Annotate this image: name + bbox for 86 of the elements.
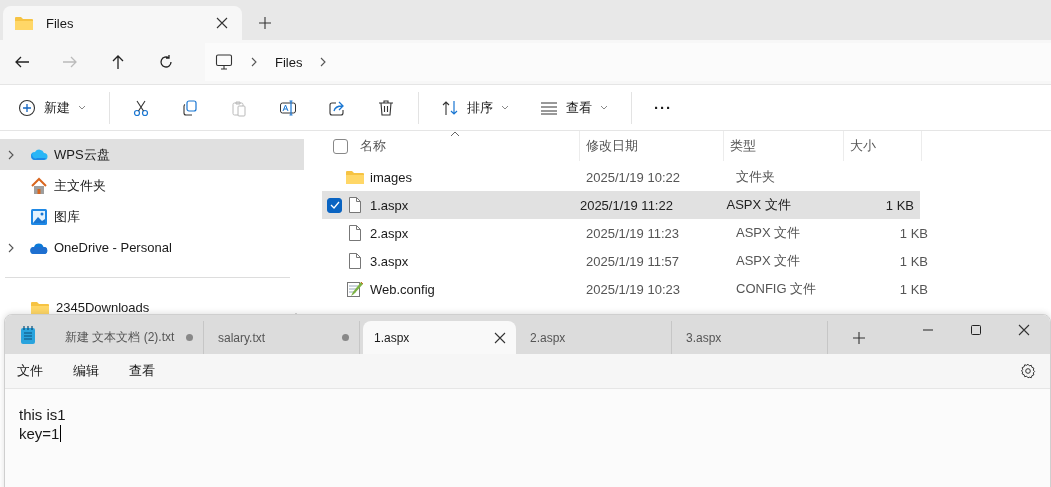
window-tab[interactable]: Files [3,6,242,40]
clipboard-icon [230,98,248,117]
plus-circle-icon [18,98,36,117]
notepad-file-icon [346,280,364,298]
text-editor[interactable]: this is1 key=1 [5,389,1050,487]
unsaved-dot-icon [186,334,193,341]
file-name: Web.config [370,281,435,297]
file-name: 3.aspx [370,253,409,269]
folder-icon [345,169,365,185]
column-header[interactable]: 类型 [724,131,844,161]
sidebar-item[interactable]: 主文件夹 [0,170,304,201]
new-tab-icon[interactable] [853,331,865,344]
folder-icon [14,15,34,31]
image-icon [30,207,48,226]
column-header[interactable]: 名称 [360,137,386,155]
rename-icon [279,98,297,117]
sort-caret-icon [450,131,460,137]
close-tab-icon[interactable] [216,17,228,29]
sidebar-item[interactable]: OneDrive - Personal [0,232,304,263]
maximize-icon[interactable] [970,324,982,336]
table-cell-text: 1 KB [898,281,929,297]
sidebar-item[interactable]: WPS云盘 [0,139,304,170]
table-cell-text: 1 KB [898,225,929,241]
file-icon [348,224,362,242]
notepad-tab[interactable]: 1.aspx [363,321,516,354]
chevron-icon [251,57,257,67]
refresh-icon[interactable] [157,53,175,71]
table-cell-text: ASPX 文件 [735,224,802,242]
file-row[interactable]: 1.aspx 2025/1/19 11:22 ASPX 文件 1 KB [322,191,920,219]
menu-item[interactable]: 文件 [17,362,43,380]
address-bar[interactable]: Files [205,43,1051,81]
table-cell-text: 1 KB [898,253,929,269]
copy-icon [181,98,199,117]
chevron-icon [8,242,14,253]
table-cell-text: 2025/1/19 10:23 [585,281,681,297]
close-window-icon[interactable] [1018,324,1030,336]
table-cell-text: 2025/1/19 11:57 [585,253,680,269]
table-cell-text: CONFIG 文件 [735,280,818,298]
sidebar-item[interactable]: 图库 [0,201,304,232]
row-checkbox[interactable] [327,197,342,213]
view-button[interactable]: 查看 [532,91,616,124]
file-icon [348,252,362,270]
file-name: 1.aspx [370,197,409,213]
house-icon [30,176,48,195]
column-header[interactable]: 大小 [844,131,922,161]
caret-icon [501,105,509,110]
file-row[interactable]: images 2025/1/19 10:22 文件夹 [322,163,934,191]
monitor-icon [215,53,233,71]
close-tab-icon[interactable] [494,331,506,344]
text-cursor [60,425,62,442]
text-line: this is1 [19,405,67,424]
folder-icon [30,300,50,314]
chevron-icon [8,149,14,160]
file-row[interactable]: Web.config 2025/1/19 10:23 CONFIG 文件 1 KB [322,275,934,303]
caret-icon [600,105,608,110]
file-icon [348,196,362,214]
table-cell-text: 2025/1/19 11:23 [585,225,680,241]
select-all-checkbox[interactable] [333,138,348,154]
sort-button[interactable]: 排序 [433,91,517,124]
breadcrumb-item[interactable]: Files [275,54,303,70]
menu-item[interactable]: 查看 [129,362,155,380]
trash-icon [377,98,395,117]
tab-label: Files [46,15,75,31]
file-row[interactable]: 2.aspx 2025/1/19 11:23 ASPX 文件 1 KB [322,219,934,247]
settings-icon[interactable] [1020,363,1036,379]
menu-item[interactable]: 编辑 [73,362,99,380]
table-cell-text: 1 KB [884,197,915,213]
text-line: key=1 [19,424,63,443]
table-cell-text: 文件夹 [735,168,776,186]
unsaved-dot-icon [342,334,349,341]
notepad-icon [20,324,36,345]
chevron-icon [320,57,327,67]
file-name: images [370,169,412,185]
table-cell-text: 2025/1/19 10:22 [585,169,681,185]
sort-arrows-icon [441,98,459,117]
table-cell-text: ASPX 文件 [725,196,792,214]
column-header[interactable]: 修改日期 [580,131,724,161]
scissors-icon [132,98,150,117]
file-row[interactable]: 3.aspx 2025/1/19 11:57 ASPX 文件 1 KB [322,247,934,275]
table-cell-text: 2025/1/19 11:22 [578,197,674,213]
file-name: 2.aspx [370,225,409,241]
caret-icon [78,105,86,110]
more-button[interactable]: ··· [646,91,680,124]
new-button[interactable]: 新建 [10,91,94,124]
table-cell-text: ASPX 文件 [735,252,802,270]
new-tab-icon[interactable] [259,17,271,29]
